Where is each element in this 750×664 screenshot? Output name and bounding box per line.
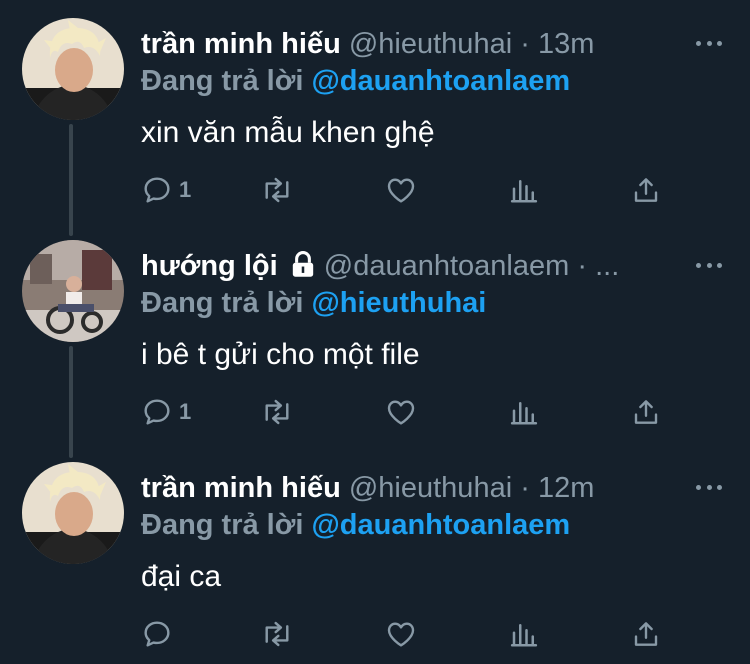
analytics-button[interactable] bbox=[509, 392, 539, 432]
separator-dot: · bbox=[520, 472, 530, 504]
tweet[interactable]: hướng lội @dauanhtoanlaem · ... Đang trả… bbox=[0, 222, 750, 442]
retweet-button[interactable] bbox=[259, 392, 295, 432]
reply-icon bbox=[144, 399, 170, 425]
share-button[interactable] bbox=[631, 614, 661, 654]
analytics-icon bbox=[510, 402, 538, 425]
author-name[interactable]: hướng lội bbox=[141, 250, 278, 282]
like-icon bbox=[387, 178, 415, 203]
author-handle[interactable]: @dauanhtoanlaem bbox=[324, 250, 570, 282]
avatar[interactable] bbox=[22, 462, 124, 564]
reply-context: Đang trả lời @dauanhtoanlaem bbox=[141, 507, 570, 543]
like-button[interactable] bbox=[385, 170, 417, 210]
reply-button[interactable]: 1 bbox=[141, 392, 191, 432]
timestamp[interactable]: 12m bbox=[538, 472, 594, 504]
reply-target-link[interactable]: @dauanhtoanlaem bbox=[311, 509, 570, 541]
retweet-icon bbox=[265, 399, 289, 425]
timestamp[interactable]: 13m bbox=[538, 28, 594, 60]
tweet[interactable]: trần minh hiếu @hieuthuhai · 13m Đang tr… bbox=[0, 0, 750, 220]
retweet-icon bbox=[265, 621, 289, 647]
reply-context: Đang trả lời @dauanhtoanlaem bbox=[141, 63, 570, 99]
reply-label: Đang trả lời bbox=[141, 287, 304, 319]
author-handle[interactable]: @hieuthuhai bbox=[349, 472, 512, 504]
more-icon[interactable] bbox=[696, 38, 722, 48]
timestamp[interactable]: ... bbox=[595, 250, 619, 282]
tweet-actions: 1 bbox=[141, 170, 701, 210]
like-icon bbox=[387, 622, 415, 647]
share-icon bbox=[634, 400, 658, 424]
share-icon bbox=[634, 622, 658, 646]
reply-target-link[interactable]: @dauanhtoanlaem bbox=[311, 65, 570, 97]
separator-dot: · bbox=[520, 28, 530, 60]
reply-context: Đang trả lời @hieuthuhai bbox=[141, 285, 486, 321]
tweet-text: xin văn mẫu khen ghệ bbox=[141, 116, 435, 149]
lock-icon bbox=[292, 251, 313, 277]
tweet-actions bbox=[141, 614, 701, 654]
analytics-icon bbox=[510, 624, 538, 647]
share-button[interactable] bbox=[631, 392, 661, 432]
tweet-actions: 1 bbox=[141, 392, 701, 432]
retweet-button[interactable] bbox=[259, 170, 295, 210]
tweet-header: hướng lội @dauanhtoanlaem · ... bbox=[141, 248, 670, 284]
retweet-button[interactable] bbox=[259, 614, 295, 654]
author-name[interactable]: trần minh hiếu bbox=[141, 472, 341, 504]
tweet-text: i bê t gửi cho một file bbox=[141, 338, 420, 371]
tweet-text: đại ca bbox=[141, 560, 222, 593]
analytics-button[interactable] bbox=[509, 614, 539, 654]
reply-count: 1 bbox=[179, 399, 192, 424]
separator-dot: · bbox=[577, 250, 588, 282]
avatar[interactable] bbox=[22, 18, 124, 120]
retweet-icon bbox=[265, 177, 289, 203]
analytics-icon bbox=[510, 180, 538, 203]
share-icon bbox=[634, 178, 658, 202]
like-icon bbox=[387, 400, 415, 425]
author-handle[interactable]: @hieuthuhai bbox=[349, 28, 512, 60]
more-icon[interactable] bbox=[696, 482, 722, 492]
like-button[interactable] bbox=[385, 614, 417, 654]
reply-icon bbox=[144, 177, 170, 203]
avatar[interactable] bbox=[22, 240, 124, 342]
tweet-header: trần minh hiếu @hieuthuhai · 13m bbox=[141, 26, 670, 62]
reply-icon bbox=[144, 621, 170, 647]
reply-button[interactable] bbox=[141, 614, 179, 654]
more-icon[interactable] bbox=[696, 260, 722, 270]
reply-label: Đang trả lời bbox=[141, 65, 304, 97]
tweet[interactable]: trần minh hiếu @hieuthuhai · 12m Đang tr… bbox=[0, 444, 750, 664]
reply-label: Đang trả lời bbox=[141, 509, 304, 541]
like-button[interactable] bbox=[385, 392, 417, 432]
reply-button[interactable]: 1 bbox=[141, 170, 191, 210]
tweet-header: trần minh hiếu @hieuthuhai · 12m bbox=[141, 470, 670, 506]
author-name[interactable]: trần minh hiếu bbox=[141, 28, 341, 60]
analytics-button[interactable] bbox=[509, 170, 539, 210]
reply-count: 1 bbox=[179, 177, 192, 202]
reply-target-link[interactable]: @hieuthuhai bbox=[311, 287, 486, 319]
share-button[interactable] bbox=[631, 170, 661, 210]
